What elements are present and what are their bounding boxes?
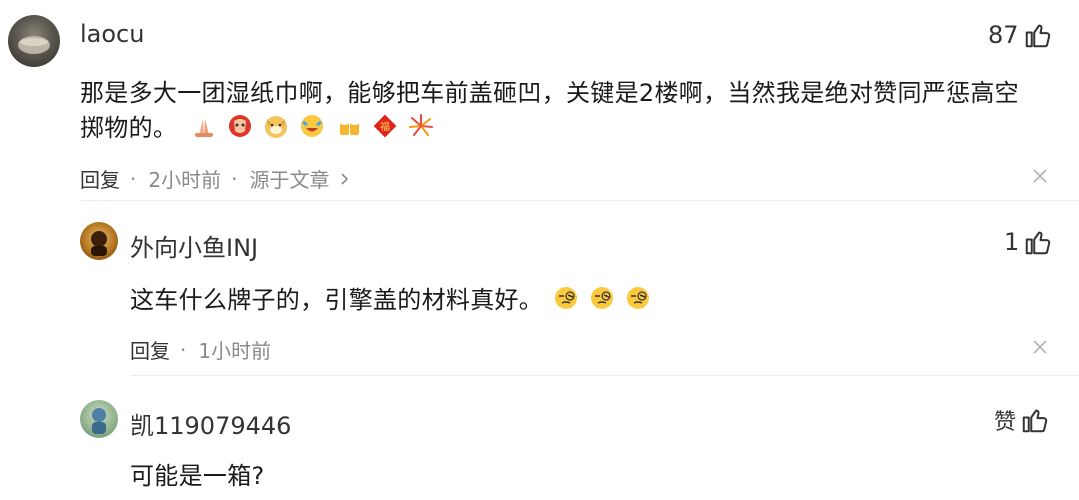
comment-time: 2小时前: [148, 168, 222, 192]
comment-text: 那是多大一团湿纸巾啊，能够把车前盖砸凹，关键是2楼啊，当然我是绝对赞同严惩高空: [80, 79, 1019, 107]
chevron-right-icon: [341, 172, 349, 185]
thumbs-up-icon: [1025, 24, 1050, 48]
svg-text:福: 福: [380, 120, 390, 133]
dot-separator: ·: [231, 166, 238, 191]
like-button[interactable]: 赞: [994, 404, 1050, 436]
doge-emoji: [263, 113, 289, 139]
like-button[interactable]: 87: [988, 20, 1053, 50]
avatar-image: [18, 36, 50, 54]
cry-laugh-emoji: [299, 113, 325, 139]
fu-emoji: 福: [372, 113, 398, 139]
avatar[interactable]: [80, 222, 118, 260]
avatar[interactable]: [80, 400, 118, 438]
like-count: 87: [988, 21, 1019, 49]
close-icon[interactable]: [1032, 168, 1048, 184]
divider: [80, 200, 1079, 201]
firework-emoji: [408, 113, 434, 139]
close-icon[interactable]: [1032, 339, 1048, 355]
comment-body: 这车什么牌子的，引擎盖的材料真好。: [130, 280, 656, 315]
comment-text-end: 掷物的。: [80, 114, 178, 142]
comment-text: 这车什么牌子的，引擎盖的材料真好。: [130, 286, 544, 314]
comment-username[interactable]: 凯119079446: [130, 406, 291, 441]
beer-emoji: [336, 113, 362, 139]
comment-meta: 回复 · 2小时前 · 源于文章: [80, 164, 351, 193]
avatar[interactable]: [8, 15, 60, 67]
thumbs-up-icon: [1026, 231, 1051, 255]
comment-time: 1小时前: [198, 339, 272, 363]
squint-emoji: [589, 285, 615, 311]
thumbs-up-icon: [1022, 409, 1048, 433]
like-count: 赞: [994, 410, 1017, 435]
avatar-image: [92, 408, 106, 434]
comment-username[interactable]: 外向小鱼INJ: [130, 228, 258, 263]
comment-text-line2: 掷物的。 福: [80, 108, 439, 143]
moai-emoji: [227, 113, 253, 139]
like-count: 1: [1004, 228, 1020, 256]
dot-separator: ·: [130, 166, 137, 191]
emoji-row: [553, 285, 656, 311]
divider: [130, 375, 1079, 376]
dot-separator: ·: [180, 337, 187, 362]
squint-emoji: [625, 285, 651, 311]
squint-emoji: [553, 285, 579, 311]
emoji-row: 福: [191, 113, 439, 139]
reply-button[interactable]: 回复: [80, 164, 120, 193]
source-link[interactable]: 源于文章: [249, 164, 329, 193]
avatar-image: [91, 231, 107, 256]
comment-meta: 回复 · 1小时前: [130, 335, 271, 364]
reply-button[interactable]: 回复: [130, 335, 170, 364]
comment-text: 可能是一箱?: [130, 462, 265, 490]
pray-emoji: [191, 113, 217, 139]
like-button[interactable]: 1: [1004, 227, 1053, 257]
comment-username[interactable]: laocu: [80, 20, 144, 48]
